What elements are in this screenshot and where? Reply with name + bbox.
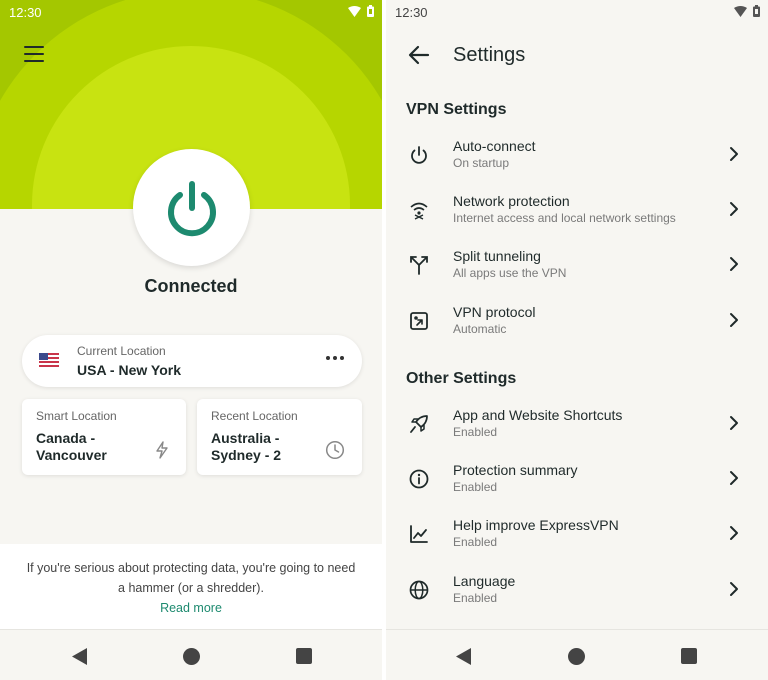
- settings-item-app-shortcuts[interactable]: App and Website Shortcuts Enabled: [386, 407, 768, 457]
- smart-location-value: Canada - Vancouver: [36, 430, 146, 464]
- settings-item-network-protection[interactable]: Network protection Internet access and l…: [386, 193, 768, 243]
- settings-item-label: Split tunneling: [453, 248, 541, 264]
- chevron-right-icon: [730, 257, 738, 271]
- status-time: 12:30: [9, 5, 42, 20]
- current-location-card[interactable]: Current Location USA - New York: [22, 335, 362, 387]
- android-nav-bar: [386, 629, 768, 680]
- battery-icon: [367, 5, 374, 17]
- nav-back-icon[interactable]: [456, 648, 472, 665]
- smart-location-card[interactable]: Smart Location Canada - Vancouver: [22, 399, 186, 475]
- recent-location-line: Australia -: [211, 430, 280, 446]
- tip-text: If you're serious about protecting data,…: [26, 561, 356, 595]
- settings-item-label: App and Website Shortcuts: [453, 407, 623, 423]
- network-protection-icon: [410, 202, 428, 220]
- section-title-other-settings: Other Settings: [406, 370, 517, 387]
- chevron-right-icon: [730, 526, 738, 540]
- current-location-label: Current Location: [77, 344, 166, 358]
- page-title: Settings: [453, 44, 526, 66]
- power-icon: [167, 180, 216, 236]
- usa-flag-icon: [39, 353, 59, 367]
- nav-recents-icon[interactable]: [296, 648, 312, 664]
- settings-item-subtitle: All apps use the VPN: [453, 266, 567, 280]
- lightning-icon: [156, 441, 168, 459]
- settings-item-subtitle: Enabled: [453, 591, 498, 605]
- battery-icon: [753, 5, 760, 17]
- chevron-right-icon: [730, 313, 738, 327]
- settings-item-label: Network protection: [453, 193, 570, 209]
- nav-back-icon[interactable]: [72, 648, 88, 665]
- smart-location-label: Smart Location: [36, 409, 117, 423]
- menu-icon[interactable]: [24, 46, 44, 62]
- vpn-protocol-icon: [410, 312, 428, 330]
- chevron-right-icon: [730, 471, 738, 485]
- status-time: 12:30: [395, 5, 428, 20]
- nav-recents-icon[interactable]: [681, 648, 697, 664]
- settings-item-subtitle: Internet access and local network settin…: [453, 211, 676, 225]
- home-screen: 12:30 Connected Current Location USA - N…: [0, 0, 382, 680]
- current-location-value: USA - New York: [77, 362, 181, 378]
- wifi-icon: [348, 5, 361, 17]
- split-tunneling-icon: [410, 256, 428, 275]
- settings-item-subtitle: On startup: [453, 156, 510, 170]
- smart-location-line: Canada -: [36, 430, 96, 446]
- recent-location-value: Australia - Sydney - 2: [211, 430, 321, 464]
- clock-icon: [325, 440, 345, 460]
- status-icons: [348, 5, 374, 17]
- settings-item-label: Auto-connect: [453, 138, 536, 154]
- wifi-icon: [734, 5, 747, 17]
- settings-item-label: Help improve ExpressVPN: [453, 517, 619, 533]
- settings-item-help-improve[interactable]: Help improve ExpressVPN Enabled: [386, 517, 768, 567]
- section-title-vpn-settings: VPN Settings: [406, 101, 507, 118]
- chevron-right-icon: [730, 202, 738, 216]
- recent-location-label: Recent Location: [211, 409, 298, 423]
- power-icon: [411, 146, 427, 164]
- android-nav-bar: [0, 629, 382, 680]
- power-button[interactable]: [133, 149, 250, 266]
- status-icons: [734, 5, 760, 17]
- read-more-link[interactable]: Read more: [160, 601, 222, 615]
- settings-item-subtitle: Automatic: [453, 322, 507, 336]
- back-arrow-icon[interactable]: [408, 45, 430, 65]
- settings-item-protection-summary[interactable]: Protection summary Enabled: [386, 462, 768, 512]
- settings-item-split-tunneling[interactable]: Split tunneling All apps use the VPN: [386, 248, 768, 298]
- nav-home-icon[interactable]: [183, 648, 200, 665]
- settings-item-subtitle: Enabled: [453, 425, 498, 439]
- settings-item-subtitle: Enabled: [453, 535, 498, 549]
- recent-location-line: Sydney - 2: [211, 447, 282, 463]
- app-root: 12:30 Connected Current Location USA - N…: [0, 0, 768, 680]
- rocket-icon: [410, 415, 428, 433]
- tip-banner: If you're serious about protecting data,…: [0, 544, 382, 629]
- chevron-right-icon: [730, 147, 738, 161]
- settings-screen: 12:30 Settings VPN Settings Auto-connect…: [386, 0, 768, 680]
- chevron-right-icon: [730, 416, 738, 430]
- settings-item-subtitle: Enabled: [453, 480, 498, 494]
- settings-item-label: VPN protocol: [453, 304, 536, 320]
- globe-icon: [409, 580, 429, 600]
- more-options-icon[interactable]: [326, 356, 344, 360]
- connection-status: Connected: [144, 276, 238, 296]
- smart-location-line: Vancouver: [36, 447, 107, 463]
- nav-home-icon[interactable]: [568, 648, 585, 665]
- settings-item-auto-connect[interactable]: Auto-connect On startup: [386, 138, 768, 188]
- settings-item-vpn-protocol[interactable]: VPN protocol Automatic: [386, 304, 768, 354]
- settings-item-label: Protection summary: [453, 462, 578, 478]
- settings-item-language[interactable]: Language Enabled: [386, 573, 768, 623]
- recent-location-card[interactable]: Recent Location Australia - Sydney - 2: [197, 399, 362, 475]
- chevron-right-icon: [730, 582, 738, 596]
- info-icon: [409, 469, 429, 489]
- settings-item-label: Language: [453, 573, 516, 589]
- chart-icon: [410, 525, 428, 543]
